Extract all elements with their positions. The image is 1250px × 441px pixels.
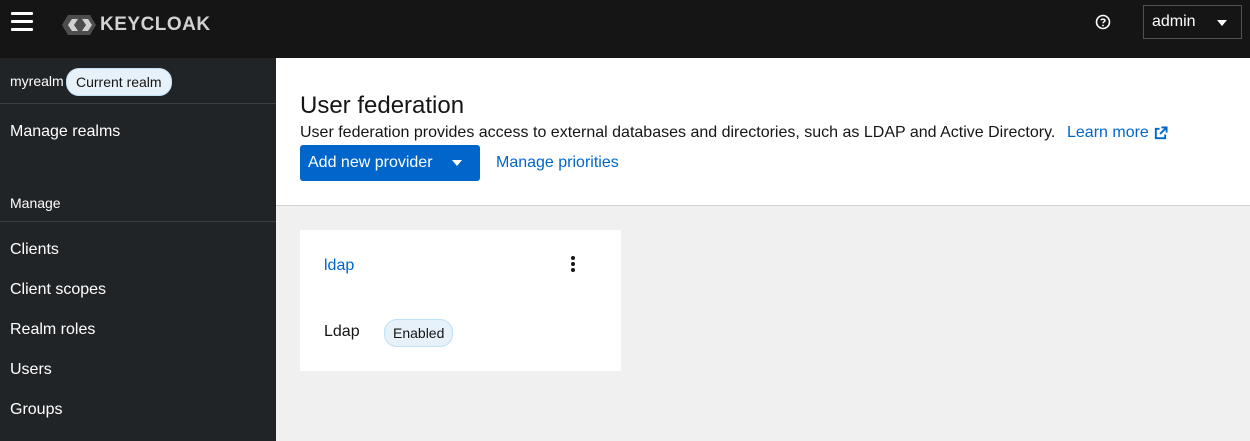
sidebar-item-users[interactable]: Users: [10, 361, 52, 379]
sidebar-item-clients[interactable]: Clients: [10, 241, 59, 259]
sidebar-section-manage: Manage: [10, 195, 61, 211]
learn-more-label: Learn more: [1067, 124, 1149, 141]
sidebar-item-manage-realms[interactable]: Manage realms: [10, 123, 120, 141]
keycloak-hexagon-icon: [62, 15, 96, 35]
page-header: User federation User federation provides…: [276, 58, 1250, 206]
hamburger-menu-icon[interactable]: [11, 12, 33, 32]
current-realm-badge: Current realm: [66, 68, 172, 96]
help-icon[interactable]: [1095, 14, 1111, 30]
kebab-menu-icon[interactable]: [568, 256, 578, 274]
keycloak-logo[interactable]: KEYCLOAK: [62, 12, 211, 38]
sidebar-item-groups[interactable]: Groups: [10, 401, 62, 419]
user-dropdown[interactable]: admin: [1143, 5, 1242, 39]
realm-name: myrealm: [10, 73, 64, 89]
manage-priorities-link[interactable]: Manage priorities: [496, 154, 619, 172]
user-name: admin: [1152, 13, 1196, 30]
sidebar: myrealm Current realm Manage realms Mana…: [0, 58, 276, 441]
provider-card: ldap Ldap Enabled: [300, 230, 621, 371]
caret-down-icon: [1217, 20, 1227, 26]
status-badge: Enabled: [384, 319, 454, 347]
external-link-icon: [1154, 125, 1168, 139]
add-provider-label: Add new provider: [308, 154, 433, 171]
provider-type: Ldap: [324, 323, 360, 340]
masthead: KEYCLOAK admin: [0, 0, 1250, 58]
sidebar-item-client-scopes[interactable]: Client scopes: [10, 281, 106, 299]
add-new-provider-button[interactable]: Add new provider: [300, 145, 480, 181]
page-description: User federation provides access to exter…: [300, 124, 1056, 141]
sidebar-item-realm-roles[interactable]: Realm roles: [10, 321, 95, 339]
caret-down-icon: [452, 160, 462, 166]
learn-more-link[interactable]: Learn more: [1067, 124, 1168, 142]
brand-name: KEYCLOAK: [100, 14, 211, 35]
provider-name-link[interactable]: ldap: [324, 257, 354, 275]
page-title: User federation: [300, 92, 465, 119]
section-divider: [0, 221, 276, 222]
realm-selector[interactable]: myrealm Current realm: [0, 58, 276, 104]
